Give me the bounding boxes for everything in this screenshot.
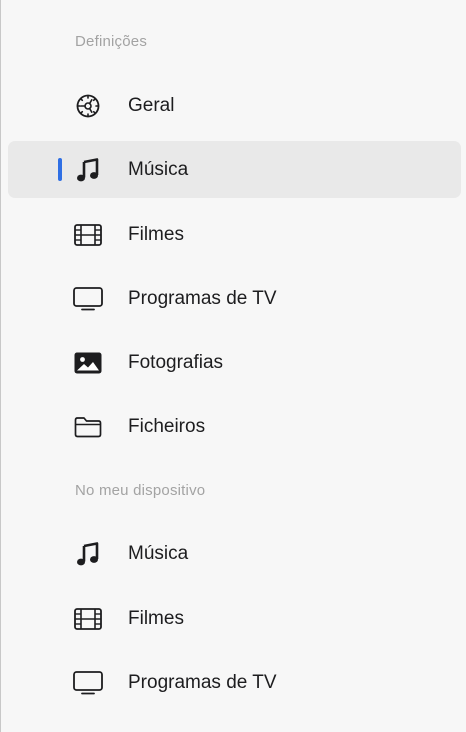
sidebar-item-label: Geral: [128, 94, 175, 116]
folder-icon: [71, 410, 105, 444]
sidebar-item-photos[interactable]: Fotografias: [8, 334, 461, 391]
sidebar-item-label: Filmes: [128, 607, 184, 629]
sidebar-item-label: Música: [128, 542, 189, 564]
sidebar: Definições Geral Música Filmes Programas…: [0, 0, 466, 732]
sidebar-item-label: Música: [128, 158, 189, 180]
sidebar-item-music[interactable]: Música: [8, 141, 461, 198]
sidebar-item-label: Fotografias: [128, 351, 224, 373]
sidebar-item-label: Ficheiros: [128, 415, 206, 437]
music-note-icon: [71, 537, 105, 571]
tv-icon: [71, 282, 105, 316]
music-note-icon: [71, 153, 105, 187]
sidebar-item-label: Programas de TV: [128, 671, 277, 693]
sidebar-item-general[interactable]: Geral: [8, 77, 461, 134]
sidebar-item-files[interactable]: Ficheiros: [8, 398, 461, 455]
sidebar-item-device-tv-shows[interactable]: Programas de TV: [8, 654, 461, 711]
section-header-on-my-device: No meu dispositivo: [75, 482, 206, 499]
sidebar-item-tv-shows[interactable]: Programas de TV: [8, 270, 461, 327]
selection-indicator: [58, 158, 62, 181]
section-header-settings: Definições: [75, 33, 148, 50]
film-icon: [71, 218, 105, 252]
tv-icon: [71, 666, 105, 700]
sidebar-item-device-movies[interactable]: Filmes: [8, 590, 461, 647]
gear-icon: [71, 89, 105, 123]
sidebar-item-label: Programas de TV: [128, 287, 277, 309]
sidebar-item-device-music[interactable]: Música: [8, 525, 461, 582]
photo-icon: [71, 346, 105, 380]
sidebar-item-label: Filmes: [128, 223, 184, 245]
sidebar-item-movies[interactable]: Filmes: [8, 206, 461, 263]
film-icon: [71, 602, 105, 636]
